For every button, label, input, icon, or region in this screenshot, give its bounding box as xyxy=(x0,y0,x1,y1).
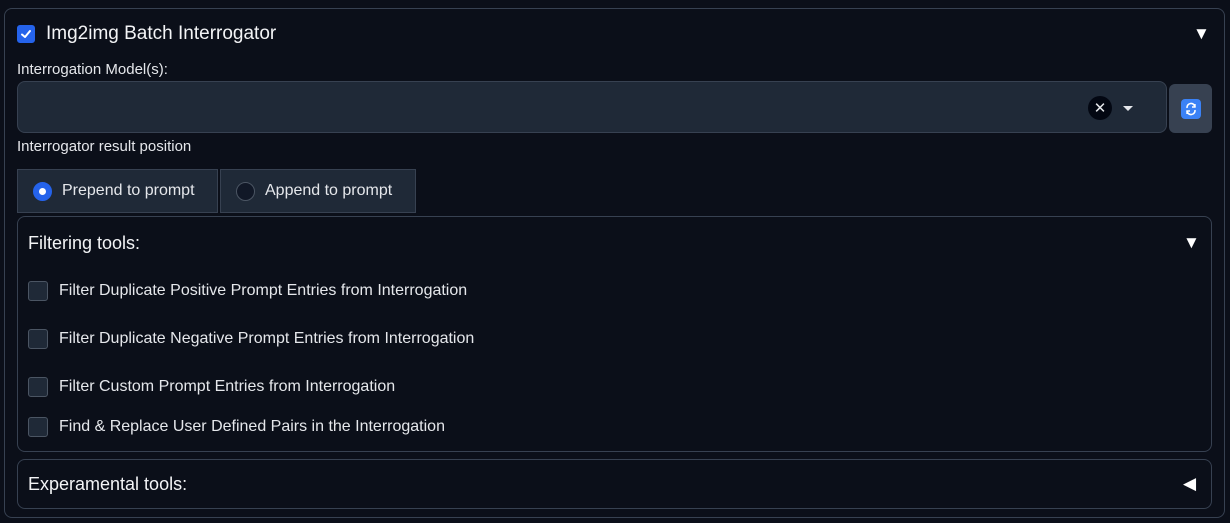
accordion-batch-interrogator: Img2img Batch Interrogator ▼ Interrogati… xyxy=(4,8,1225,518)
checkbox-label: Filter Duplicate Negative Prompt Entries… xyxy=(59,330,475,347)
experimental-tools-panel[interactable]: Experamental tools: ◀ xyxy=(17,459,1212,509)
checkbox-label: Filter Custom Prompt Entries from Interr… xyxy=(59,378,396,395)
accordion-header[interactable]: Img2img Batch Interrogator xyxy=(17,21,1212,47)
checkbox[interactable] xyxy=(28,281,48,301)
checkbox[interactable] xyxy=(28,377,48,397)
filtering-tools-panel: Filtering tools: ▼ Filter Duplicate Posi… xyxy=(17,216,1212,452)
close-icon[interactable]: ✕ xyxy=(1088,96,1112,120)
triangle-down-icon[interactable]: ▼ xyxy=(1183,234,1200,251)
caret-down-icon[interactable] xyxy=(1123,106,1133,111)
result-position-label: Interrogator result position xyxy=(17,138,192,155)
radio-label: Append to prompt xyxy=(265,182,393,199)
accordion-title: Img2img Batch Interrogator xyxy=(46,23,277,44)
radio-button[interactable] xyxy=(236,181,255,201)
refresh-button[interactable] xyxy=(1169,84,1212,133)
checkbox[interactable] xyxy=(28,329,48,349)
filter-positive-duplicates[interactable]: Filter Duplicate Positive Prompt Entries… xyxy=(28,281,467,301)
radio-button[interactable] xyxy=(33,181,52,201)
radio-label: Prepend to prompt xyxy=(62,182,195,199)
enable-checkbox[interactable] xyxy=(17,25,35,43)
checkbox-label: Find & Replace User Defined Pairs in the… xyxy=(59,418,445,435)
checkbox-label: Filter Duplicate Positive Prompt Entries… xyxy=(59,282,468,299)
checkmark-icon xyxy=(21,30,31,38)
refresh-icon xyxy=(1180,98,1201,119)
triangle-left-icon[interactable]: ◀ xyxy=(1183,475,1196,492)
find-replace-pairs[interactable]: Find & Replace User Defined Pairs in the… xyxy=(28,417,445,437)
model-field-label: Interrogation Model(s): xyxy=(17,61,168,78)
filter-negative-duplicates[interactable]: Filter Duplicate Negative Prompt Entries… xyxy=(28,329,474,349)
filtering-tools-title[interactable]: Filtering tools: xyxy=(28,233,140,254)
filter-custom-entries[interactable]: Filter Custom Prompt Entries from Interr… xyxy=(28,377,395,397)
model-multiselect[interactable]: ✕ xyxy=(17,81,1167,133)
checkbox[interactable] xyxy=(28,417,48,437)
radio-prepend[interactable]: Prepend to prompt xyxy=(17,169,218,213)
triangle-down-icon[interactable]: ▼ xyxy=(1193,25,1210,42)
radio-append[interactable]: Append to prompt xyxy=(220,169,416,213)
experimental-tools-title[interactable]: Experamental tools: xyxy=(28,474,187,495)
